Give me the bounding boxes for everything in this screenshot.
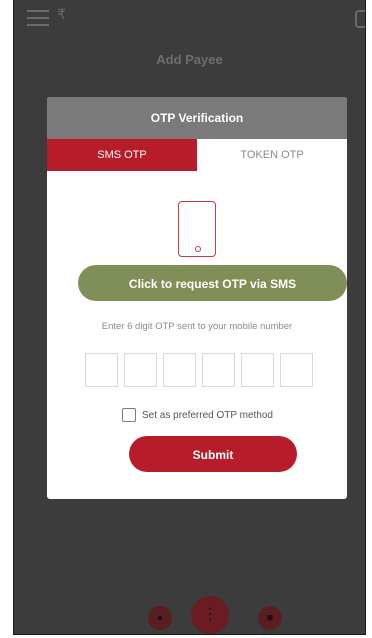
- dialog-title: OTP Verification: [47, 97, 347, 139]
- preferred-otp-checkbox[interactable]: [122, 408, 136, 422]
- brand-logo-icon: ₹: [57, 6, 66, 22]
- app-screen: ₹ Add Payee OTP Verification SMS OTP TOK…: [13, 0, 366, 635]
- hamburger-menu-icon[interactable]: [27, 10, 49, 26]
- otp-input-group: [85, 353, 313, 387]
- logout-icon[interactable]: [355, 10, 365, 28]
- otp-digit-6[interactable]: [280, 353, 313, 387]
- phone-illustration: [47, 201, 347, 262]
- accounts-icon[interactable]: ●: [148, 606, 172, 630]
- otp-digit-4[interactable]: [202, 353, 235, 387]
- otp-digit-1[interactable]: [85, 353, 118, 387]
- otp-digit-2[interactable]: [124, 353, 157, 387]
- otp-digit-3[interactable]: [163, 353, 196, 387]
- otp-digit-5[interactable]: [241, 353, 274, 387]
- otp-verification-dialog: OTP Verification SMS OTP TOKEN OTP Click…: [47, 97, 347, 499]
- preferred-otp-label: Set as preferred OTP method: [142, 409, 273, 421]
- top-bar: ₹: [14, 0, 365, 38]
- tab-sms-otp[interactable]: SMS OTP: [47, 139, 197, 171]
- submit-button[interactable]: Submit: [129, 436, 297, 472]
- bottom-navigation: ● ⋮ ■: [14, 590, 365, 634]
- mobile-phone-icon: [178, 201, 216, 257]
- page-title: Add Payee: [156, 52, 223, 67]
- tab-token-otp[interactable]: TOKEN OTP: [197, 139, 347, 171]
- cards-icon[interactable]: ■: [258, 606, 282, 630]
- otp-instruction: Enter 6 digit OTP sent to your mobile nu…: [101, 321, 293, 332]
- grid-menu-icon[interactable]: ⋮: [191, 596, 229, 634]
- device-frame: ₹ Add Payee OTP Verification SMS OTP TOK…: [0, 0, 372, 638]
- preferred-method-row: Set as preferred OTP method: [122, 408, 273, 422]
- otp-tabs: SMS OTP TOKEN OTP: [47, 139, 347, 171]
- request-otp-sms-button[interactable]: Click to request OTP via SMS: [78, 265, 347, 301]
- phone-home-button: [195, 246, 201, 252]
